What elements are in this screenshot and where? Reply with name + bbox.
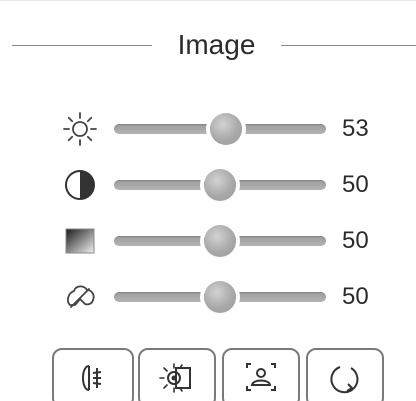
hue-slider-thumb[interactable] [204,281,236,313]
hue-value: 50 [342,283,369,310]
person-focus-button[interactable] [222,348,300,401]
contrast-row: 50 [0,165,416,205]
lamp-icon [71,358,115,398]
hue-icon [62,279,98,315]
rotate-icon [323,358,367,398]
contrast-value: 50 [342,171,369,198]
hue-row: 50 [0,277,416,317]
saturation-gradient-icon [62,223,98,259]
section-header: Image [0,27,416,63]
divider-left [12,45,152,46]
lamp-button[interactable] [52,348,134,401]
divider-right [281,45,416,46]
person-focus-icon [239,358,283,398]
saturation-row: 50 [0,221,416,261]
brightness-row: 53 [0,109,416,149]
image-settings-panel: Image 53 50 50 50 [0,0,416,401]
lighting-button[interactable] [138,348,216,401]
light-effect-icon [155,358,199,398]
contrast-icon [62,167,98,203]
brightness-sun-icon [62,111,98,147]
section-title: Image [177,29,256,60]
contrast-slider-thumb[interactable] [204,169,236,201]
saturation-value: 50 [342,227,369,254]
brightness-slider-thumb[interactable] [210,113,243,145]
saturation-slider-thumb[interactable] [204,225,236,257]
brightness-value: 53 [342,115,369,142]
reset-button[interactable] [306,348,384,401]
